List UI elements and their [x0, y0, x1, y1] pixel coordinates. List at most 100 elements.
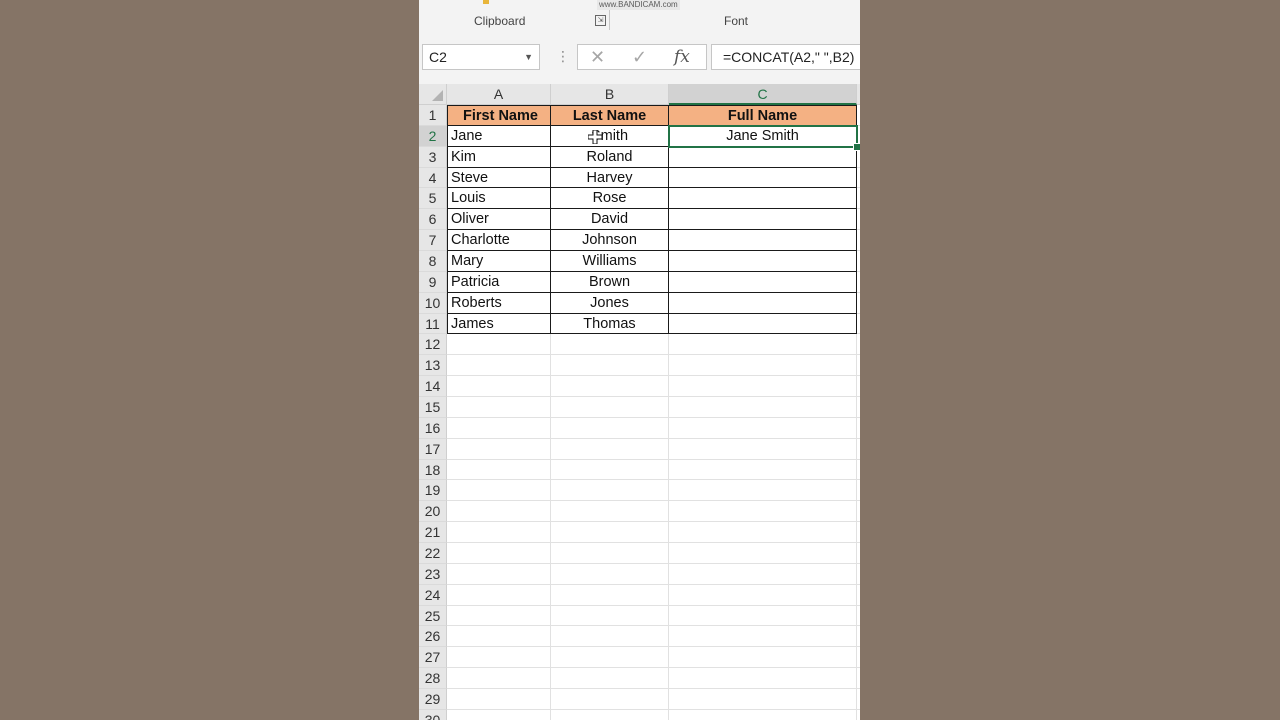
cell-d20[interactable] — [857, 501, 860, 523]
cell-a4[interactable]: Steve — [447, 167, 551, 189]
row-header[interactable]: 10 — [419, 292, 447, 314]
cell-a10[interactable]: Roberts — [447, 292, 551, 314]
row-header[interactable]: 15 — [419, 396, 447, 418]
formula-input[interactable]: =CONCAT(A2," ",B2) — [711, 44, 860, 70]
row-header[interactable]: 9 — [419, 271, 447, 293]
cell-c16[interactable] — [669, 417, 857, 439]
cell-d21[interactable] — [857, 522, 860, 543]
cell-d26[interactable] — [857, 626, 860, 648]
cell-b1[interactable]: Last Name — [551, 105, 669, 126]
cell-b19[interactable] — [551, 480, 669, 502]
cell-a14[interactable] — [447, 376, 551, 397]
row-header[interactable]: 27 — [419, 647, 447, 669]
row-header[interactable]: 12 — [419, 334, 447, 356]
row-header[interactable]: 5 — [419, 188, 447, 210]
cell-d23[interactable] — [857, 564, 860, 585]
row-header[interactable]: 14 — [419, 376, 447, 397]
cell-c29[interactable] — [669, 688, 857, 710]
cell-a21[interactable] — [447, 522, 551, 543]
cell-a23[interactable] — [447, 563, 551, 585]
cell-d19[interactable] — [857, 480, 860, 502]
cell-a20[interactable] — [447, 501, 551, 523]
cell-b11[interactable]: Thomas — [551, 313, 669, 335]
cell-c12[interactable] — [669, 334, 857, 356]
cell-b10[interactable]: Jones — [551, 292, 669, 314]
cell-c13[interactable] — [669, 355, 857, 377]
cell-a12[interactable] — [447, 334, 551, 356]
cell-d16[interactable] — [857, 418, 860, 439]
cell-b26[interactable] — [551, 626, 669, 648]
cell-a3[interactable]: Kim — [447, 146, 551, 168]
row-header[interactable]: 23 — [419, 563, 447, 585]
clipboard-dialog-launcher-icon[interactable]: ⇲ — [595, 15, 606, 26]
cell-d29[interactable] — [857, 689, 860, 710]
cell-b12[interactable] — [551, 334, 669, 356]
cell-a29[interactable] — [447, 688, 551, 710]
cell-b16[interactable] — [551, 417, 669, 439]
column-header-d[interactable] — [857, 84, 860, 105]
cell-d5[interactable] — [857, 188, 860, 210]
column-header-a[interactable]: A — [447, 84, 551, 105]
cell-b27[interactable] — [551, 647, 669, 669]
row-header[interactable]: 29 — [419, 688, 447, 710]
cell-d12[interactable] — [857, 334, 860, 356]
cell-c11[interactable] — [669, 313, 857, 335]
cell-d11[interactable] — [857, 314, 860, 335]
row-header[interactable]: 30 — [419, 709, 447, 720]
cell-a6[interactable]: Oliver — [447, 209, 551, 231]
row-header[interactable]: 19 — [419, 480, 447, 502]
cell-c17[interactable] — [669, 438, 857, 460]
cell-a7[interactable]: Charlotte — [447, 230, 551, 251]
cell-b24[interactable] — [551, 584, 669, 606]
cell-b3[interactable]: Roland — [551, 146, 669, 168]
cell-b13[interactable] — [551, 355, 669, 377]
cell-b14[interactable] — [551, 376, 669, 397]
fill-handle[interactable] — [853, 142, 860, 151]
cell-c19[interactable] — [669, 480, 857, 502]
cell-c18[interactable] — [669, 459, 857, 481]
cell-c10[interactable] — [669, 292, 857, 314]
cell-c3[interactable] — [669, 146, 857, 168]
cell-b20[interactable] — [551, 501, 669, 523]
row-header[interactable]: 24 — [419, 584, 447, 606]
cell-c2[interactable]: Jane Smith — [669, 125, 857, 147]
cell-b8[interactable]: Williams — [551, 250, 669, 272]
column-header-c[interactable]: C — [669, 84, 857, 105]
select-all-button[interactable] — [419, 84, 447, 105]
cell-b2[interactable]: Smith — [551, 125, 669, 147]
cell-b15[interactable] — [551, 396, 669, 418]
cell-c8[interactable] — [669, 250, 857, 272]
cell-c30[interactable] — [669, 709, 857, 720]
cell-d10[interactable] — [857, 293, 860, 314]
cell-c6[interactable] — [669, 209, 857, 231]
cell-d18[interactable] — [857, 460, 860, 481]
cell-c26[interactable] — [669, 626, 857, 648]
cell-a1[interactable]: First Name — [447, 105, 551, 126]
cell-d28[interactable] — [857, 668, 860, 689]
cell-b18[interactable] — [551, 459, 669, 481]
cell-a18[interactable] — [447, 459, 551, 481]
cell-a24[interactable] — [447, 584, 551, 606]
cell-c22[interactable] — [669, 542, 857, 564]
cell-d24[interactable] — [857, 585, 860, 606]
cell-c27[interactable] — [669, 647, 857, 669]
row-header[interactable]: 17 — [419, 438, 447, 460]
cell-b6[interactable]: David — [551, 209, 669, 231]
cell-b22[interactable] — [551, 542, 669, 564]
cell-a17[interactable] — [447, 438, 551, 460]
cell-d17[interactable] — [857, 439, 860, 460]
cell-a13[interactable] — [447, 355, 551, 377]
cell-a26[interactable] — [447, 626, 551, 648]
cell-b17[interactable] — [551, 438, 669, 460]
cell-c24[interactable] — [669, 584, 857, 606]
cell-c21[interactable] — [669, 522, 857, 543]
cell-a9[interactable]: Patricia — [447, 271, 551, 293]
cell-a27[interactable] — [447, 647, 551, 669]
cell-a5[interactable]: Louis — [447, 188, 551, 210]
row-header[interactable]: 3 — [419, 146, 447, 168]
row-header[interactable]: 18 — [419, 459, 447, 481]
cell-c25[interactable] — [669, 605, 857, 627]
cell-d30[interactable] — [857, 710, 860, 720]
cell-b29[interactable] — [551, 688, 669, 710]
row-header[interactable]: 6 — [419, 209, 447, 231]
